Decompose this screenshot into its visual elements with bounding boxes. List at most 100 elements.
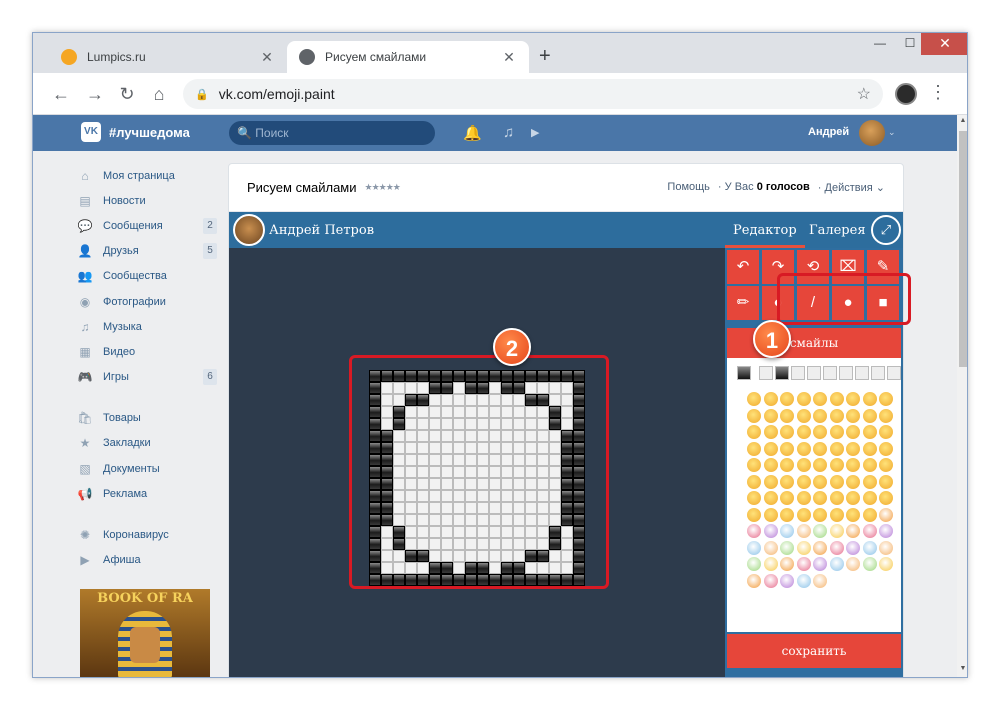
color-swatch[interactable] (759, 366, 773, 380)
color-swatch[interactable] (737, 366, 751, 380)
emoji-item[interactable] (862, 392, 877, 406)
color-swatch[interactable] (775, 366, 789, 380)
emoji-item[interactable] (862, 458, 877, 472)
vk-logo[interactable]: VK (81, 122, 101, 142)
emoji-item[interactable] (813, 557, 827, 571)
sidebar-item[interactable]: ▶ Афиша (77, 548, 217, 573)
emoji-item[interactable] (747, 408, 761, 423)
emoji-item[interactable] (780, 441, 794, 456)
emoji-item[interactable] (780, 507, 794, 522)
tab-emoji-paint[interactable]: Рисуем смайлами ✕ (287, 41, 529, 73)
emoji-item[interactable] (813, 392, 827, 406)
emoji-item[interactable] (813, 540, 827, 555)
tab-lumpics[interactable]: Lumpics.ru ✕ (49, 41, 287, 73)
sidebar-item[interactable]: ◉ Фотографии (77, 289, 217, 314)
emoji-item[interactable] (747, 392, 761, 406)
scroll-down-icon[interactable]: ▼ (957, 665, 967, 672)
music-icon[interactable]: ♫ (503, 124, 514, 141)
emoji-item[interactable] (829, 540, 844, 555)
emoji-item[interactable] (780, 474, 794, 489)
undo-icon[interactable]: ↶ (727, 250, 759, 284)
emoji-item[interactable] (879, 524, 893, 538)
emoji-item[interactable] (846, 507, 860, 522)
emoji-item[interactable] (780, 408, 794, 423)
emoji-item[interactable] (829, 474, 844, 489)
emoji-item[interactable] (879, 540, 893, 555)
help-link[interactable]: Помощь (667, 181, 710, 194)
emoji-item[interactable] (763, 441, 778, 456)
emoji-item[interactable] (763, 458, 778, 472)
vk-hashtag[interactable]: #лучшедома (109, 125, 190, 140)
emoji-item[interactable] (829, 441, 844, 456)
sidebar-item[interactable]: ✺ Коронавирус (77, 522, 217, 547)
color-swatch[interactable] (823, 366, 837, 380)
emoji-item[interactable] (879, 507, 893, 522)
emoji-item[interactable] (747, 507, 761, 522)
emoji-item[interactable] (829, 392, 844, 406)
emoji-item[interactable] (763, 573, 778, 588)
sidebar-item[interactable]: ▦ Видео (77, 339, 217, 364)
sidebar-item[interactable]: 👤 Друзья 5 (77, 239, 217, 264)
emoji-item[interactable] (780, 425, 794, 439)
emoji-item[interactable] (829, 557, 844, 571)
emoji-item[interactable] (846, 491, 860, 505)
window-close-button[interactable]: ✕ (921, 33, 967, 55)
emoji-item[interactable] (862, 507, 877, 522)
browser-menu-icon[interactable]: ⋮ (929, 82, 947, 103)
emoji-item[interactable] (846, 392, 860, 406)
emoji-item[interactable] (829, 524, 844, 538)
color-swatch[interactable] (887, 366, 901, 380)
emoji-item[interactable] (862, 557, 877, 571)
reload-button[interactable]: ↻ (115, 82, 139, 106)
emoji-item[interactable] (829, 408, 844, 423)
emoji-item[interactable] (862, 408, 877, 423)
chevron-down-icon[interactable]: ⌄ (888, 127, 896, 138)
emoji-item[interactable] (846, 441, 860, 456)
emoji-item[interactable] (879, 392, 893, 406)
emoji-item[interactable] (796, 458, 811, 472)
home-button[interactable]: ⌂ (147, 82, 171, 106)
emoji-item[interactable] (862, 474, 877, 489)
sidebar-item[interactable]: 📢 Реклама (77, 481, 217, 506)
actions-menu[interactable]: · Действия ⌄ (818, 181, 885, 194)
sidebar-item[interactable]: 👥 Сообщества (77, 264, 217, 289)
forward-button[interactable]: → (83, 82, 107, 106)
play-icon[interactable]: ▶ (531, 126, 539, 139)
emoji-item[interactable] (763, 557, 778, 571)
emoji-item[interactable] (879, 491, 893, 505)
emoji-item[interactable] (780, 557, 794, 571)
tab-gallery[interactable]: Галерея (809, 223, 866, 238)
scroll-thumb[interactable] (959, 131, 967, 367)
emoji-item[interactable] (846, 425, 860, 439)
emoji-item[interactable] (796, 540, 811, 555)
emoji-item[interactable] (829, 507, 844, 522)
tab-close-icon[interactable]: ✕ (501, 49, 517, 66)
sidebar-item[interactable]: ▤ Новости (77, 188, 217, 213)
back-button[interactable]: ← (49, 82, 73, 106)
emoji-item[interactable] (796, 425, 811, 439)
bookmark-star-icon[interactable]: ☆ (857, 84, 871, 104)
color-swatch[interactable] (871, 366, 885, 380)
emoji-item[interactable] (862, 425, 877, 439)
emoji-item[interactable] (780, 491, 794, 505)
emoji-item[interactable] (796, 524, 811, 538)
emoji-item[interactable] (813, 441, 827, 456)
emoji-item[interactable] (763, 491, 778, 505)
emoji-item[interactable] (862, 491, 877, 505)
emoji-item[interactable] (796, 491, 811, 505)
emoji-item[interactable] (796, 474, 811, 489)
tab-editor[interactable]: Редактор (725, 223, 805, 248)
emoji-item[interactable] (879, 557, 893, 571)
page-scrollbar[interactable]: ▲ ▼ (957, 115, 967, 677)
sidebar-item[interactable]: ♫ Музыка (77, 314, 217, 339)
emoji-item[interactable] (879, 441, 893, 456)
vk-user-avatar[interactable] (859, 120, 885, 146)
vk-search-input[interactable]: 🔍 Поиск (229, 121, 435, 145)
sidebar-item[interactable]: 🛍 Товары (77, 406, 217, 431)
emoji-item[interactable] (796, 392, 811, 406)
emoji-item[interactable] (780, 524, 794, 538)
emoji-item[interactable] (780, 392, 794, 406)
emoji-item[interactable] (763, 524, 778, 538)
emoji-item[interactable] (862, 540, 877, 555)
emoji-item[interactable] (763, 507, 778, 522)
